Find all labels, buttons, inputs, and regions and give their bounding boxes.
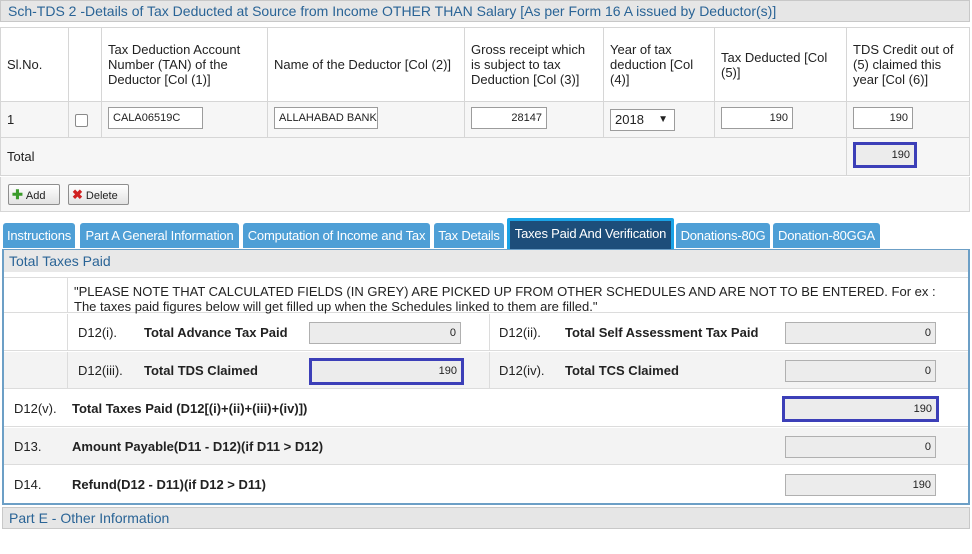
col-sl-no: Sl.No. [0,27,69,102]
close-icon: ✖ [72,187,83,202]
row-name-cell: ALLAHABAD BANK [267,101,465,138]
row-sl-no: 1 [0,101,69,138]
table-row: 1 CALA06519C ALLAHABAD BANK 28147 2018 ▼ … [0,101,970,138]
delete-button-label: Delete [85,190,118,202]
tan-input[interactable]: CALA06519C [108,107,203,129]
row-tds-tcs: D12(iii). Total TDS Claimed 190 D12(iv).… [4,352,968,389]
amount-payable-value: 0 [785,436,936,458]
refund-code: D14. [14,477,42,492]
year-select[interactable]: 2018 ▼ [610,108,675,131]
tds-table: Sl.No. Tax Deduction Account Number (TAN… [0,27,970,176]
tcs-code: D12(iv). [499,363,545,378]
total-taxes-panel: Total Taxes Paid "PLEASE NOTE THAT CALCU… [2,249,970,505]
self-assessment-label: Total Self Assessment Tax Paid [565,325,759,340]
divider [489,352,490,388]
advance-tax-label: Total Advance Tax Paid [144,325,288,340]
total-tds-value: 190 [853,142,917,168]
row-refund: D14. Refund(D12 - D11)(if D12 > D11) 190 [4,466,968,503]
note-text: "PLEASE NOTE THAT CALCULATED FIELDS (IN … [74,284,936,314]
deductor-name-input[interactable]: ALLAHABAD BANK [274,107,378,129]
row-gross-cell: 28147 [464,101,604,138]
total-cell: 190 [846,137,970,176]
total-tds-claimed-value: 190 [309,358,464,385]
col-select [68,27,102,102]
tab-donations-80g[interactable]: Donations-80G [676,223,770,248]
refund-label: Refund(D12 - D11)(if D12 > D11) [72,477,266,492]
col-tds-claimed: TDS Credit out of (5) claimed this year … [846,27,970,102]
tab-donation-80gga[interactable]: Donation-80GGA [773,223,880,248]
tcs-label: Total TCS Claimed [565,363,679,378]
grey-fields-note: "PLEASE NOTE THAT CALCULATED FIELDS (IN … [4,277,968,314]
tds-label: Total TDS Claimed [144,363,258,378]
tab-tax-details[interactable]: Tax Details [434,223,504,248]
row-year-cell: 2018 ▼ [603,101,715,138]
chevron-down-icon: ▼ [658,113,668,125]
tds-code: D12(iii). [78,363,123,378]
divider [67,352,68,388]
panel-title: Total Taxes Paid [4,250,968,272]
gross-receipt-input[interactable]: 28147 [471,107,547,129]
row-select-cell [68,101,102,138]
self-assessment-code: D12(ii). [499,325,541,340]
add-button[interactable]: ✚ Add [8,184,60,205]
col-tax-deducted: Tax Deducted [Col (5)] [714,27,847,102]
total-taxes-value: 190 [782,396,939,422]
col-deductor-name: Name of the Deductor [Col (2)] [267,27,465,102]
delete-button[interactable]: ✖ Delete [68,184,129,205]
row-action-bar: ✚ Add ✖ Delete [0,177,970,212]
total-taxes-label: Total Taxes Paid (D12[(i)+(ii)+(iii)+(iv… [72,401,308,416]
amount-payable-code: D13. [14,439,42,454]
row-amount-payable: D13. Amount Payable(D11 - D12)(if D11 > … [4,428,968,465]
tab-computation[interactable]: Computation of Income and Tax [243,223,430,248]
divider [67,278,68,312]
row-tan-cell: CALA06519C [101,101,268,138]
row-tds-claimed-cell: 190 [846,101,970,138]
advance-tax-value: 0 [309,322,461,344]
col-gross-receipt: Gross receipt which is subject to tax De… [464,27,604,102]
col-tan: Tax Deduction Account Number (TAN) of th… [101,27,268,102]
row-advance-self: D12(i). Total Advance Tax Paid 0 D12(ii)… [4,314,968,351]
part-e-section-header[interactable]: Part E - Other Information [2,507,970,529]
refund-value: 190 [785,474,936,496]
divider [67,314,68,350]
total-row: Total 190 [0,137,970,176]
tax-deducted-input[interactable]: 190 [721,107,793,129]
table-header-row: Sl.No. Tax Deduction Account Number (TAN… [0,27,970,102]
col-year: Year of tax deduction [Col (4)] [603,27,715,102]
schedule-title: Sch-TDS 2 -Details of Tax Deducted at So… [0,0,970,22]
row-tax-deducted-cell: 190 [714,101,847,138]
tab-taxes-paid[interactable]: Taxes Paid And Verification [507,218,674,252]
amount-payable-label: Amount Payable(D11 - D12)(if D11 > D12) [72,439,324,454]
total-taxes-code: D12(v). [14,401,57,416]
row-checkbox[interactable] [75,114,88,128]
tab-part-a[interactable]: Part A General Information [80,223,239,248]
tab-bar: Instructions Part A General Information … [0,218,972,252]
self-assessment-value: 0 [785,322,936,344]
advance-tax-code: D12(i). [78,325,118,340]
year-select-value: 2018 [615,111,644,127]
total-label: Total [0,137,847,176]
tab-instructions[interactable]: Instructions [3,223,75,248]
tds-claimed-input[interactable]: 190 [853,107,913,129]
divider [489,314,490,350]
row-total-taxes: D12(v). Total Taxes Paid (D12[(i)+(ii)+(… [4,390,968,427]
add-button-label: Add [25,190,46,202]
plus-icon: ✚ [12,187,23,202]
tcs-value: 0 [785,360,936,382]
